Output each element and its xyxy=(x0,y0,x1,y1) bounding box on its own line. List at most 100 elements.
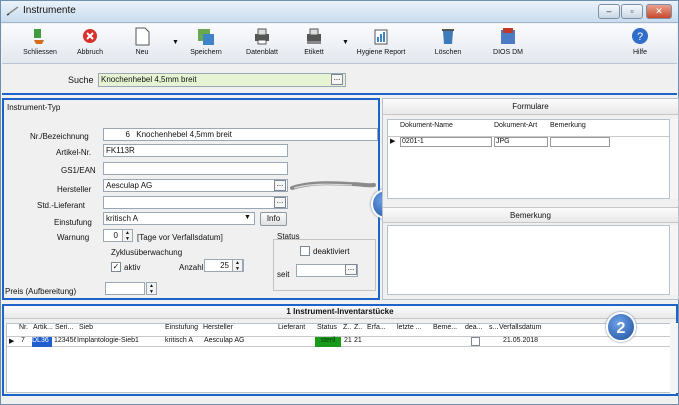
seit-label: seit xyxy=(277,270,290,279)
col-status[interactable]: Status xyxy=(317,324,337,331)
inv-sieb-cell[interactable]: Implantologie-Sieb1 xyxy=(77,337,139,344)
bemerkung-scrollbar[interactable] xyxy=(670,225,678,295)
inv-verfall-cell[interactable]: 21.05.2018 xyxy=(503,337,538,344)
neu-dropdown-icon[interactable]: ▼ xyxy=(172,39,179,46)
warnung-spinner[interactable]: ▲ ▼ xyxy=(122,229,133,242)
anzahl-spinner[interactable]: ▲ ▼ xyxy=(232,259,243,272)
aktiv-checkbox[interactable]: ✓ xyxy=(111,262,121,272)
col-deaktiviert[interactable]: dea... xyxy=(465,324,483,331)
inv-artikel-cell[interactable]: DL36 xyxy=(32,337,52,347)
window-title: Instrumente xyxy=(23,5,76,16)
col-dokument-name[interactable]: Dokument-Name xyxy=(400,122,453,129)
inv-deaktiviert-checkbox[interactable] xyxy=(471,337,480,346)
search-lookup-button[interactable]: ... xyxy=(331,74,343,85)
col-serie[interactable]: Seri... xyxy=(55,324,73,331)
inventory-header: Nr. Artik... Seri... Sieb Einstufung Her… xyxy=(7,324,671,335)
inventory-grid[interactable]: Nr. Artik... Seri... Sieb Einstufung Her… xyxy=(6,323,672,393)
speichern-button[interactable]: Speichern xyxy=(182,26,230,62)
inv-status-cell[interactable]: steril xyxy=(315,337,341,347)
formulare-scrollbar[interactable] xyxy=(670,119,678,199)
neu-button[interactable]: Neu ▼ xyxy=(120,26,179,62)
col-letzte[interactable]: letzte ... xyxy=(397,324,422,331)
search-input[interactable]: Knochenhebel 4,5mm breit xyxy=(98,73,346,87)
formulare-title: Formulare xyxy=(383,99,678,115)
instrumente-window: Instrumente – ▫ ✕ Schliessen Abbruch Neu… xyxy=(0,0,679,405)
formulare-grid[interactable]: Dokument-Name Dokument-Art Bemerkung ▶ 0… xyxy=(387,119,670,199)
col-z1[interactable]: Z.. xyxy=(343,324,351,331)
artikel-field[interactable]: FK113R xyxy=(103,144,288,157)
dios-dm-button[interactable]: DIOS DM xyxy=(484,26,532,62)
search-label: Suche xyxy=(68,75,94,85)
datenblatt-button[interactable]: Datenblatt xyxy=(238,26,286,62)
inv-z2-cell[interactable]: 21 xyxy=(354,337,362,344)
inventory-scrollbar[interactable] xyxy=(670,323,678,393)
bemerkung-title: Bemerkung xyxy=(383,207,678,223)
svg-text:?: ? xyxy=(637,31,643,43)
schliessen-button[interactable]: Schliessen xyxy=(18,26,62,62)
preis-label: Preis (Aufbereitung) xyxy=(5,287,77,296)
maximize-button[interactable]: ▫ xyxy=(621,4,643,19)
bezeichnung-field[interactable]: 6 Knochenhebel 4,5mm breit xyxy=(103,128,378,141)
col-bemerkung[interactable]: Bemerkung xyxy=(550,122,586,129)
hersteller-lookup-button[interactable]: ... xyxy=(274,180,286,191)
col-dokument-art[interactable]: Dokument-Art xyxy=(494,122,537,129)
deaktiviert-checkbox[interactable] xyxy=(300,246,310,256)
einstufung-label: Einstufung xyxy=(54,218,92,227)
col-verfallsdatum[interactable]: Verfallsdatum xyxy=(499,324,541,331)
abbruch-button[interactable]: Abbruch xyxy=(68,26,112,62)
lieferant-lookup-button[interactable]: ... xyxy=(274,197,286,208)
nr-label: Nr./Bezeichnung xyxy=(30,132,89,141)
col-einstufung[interactable]: Einstufung xyxy=(165,324,198,331)
lieferant-field[interactable] xyxy=(103,196,288,209)
col-artikel[interactable]: Artik... xyxy=(33,324,53,331)
col-hersteller[interactable]: Hersteller xyxy=(203,324,233,331)
chevron-down-icon[interactable]: ▼ xyxy=(244,214,251,221)
close-app-icon xyxy=(34,29,44,44)
instrument-panel: Instrument-Typ Nr./Bezeichnung 6 Knochen… xyxy=(2,98,380,300)
col-lieferant[interactable]: Lieferant xyxy=(278,324,305,331)
inv-nr-cell[interactable]: 7 xyxy=(21,337,25,344)
col-bemerkung-inv[interactable]: Beme... xyxy=(433,324,457,331)
hilfe-button[interactable]: ? Hilfe xyxy=(622,26,658,62)
col-nr[interactable]: Nr. xyxy=(19,324,28,331)
hersteller-field[interactable]: Aesculap AG xyxy=(103,179,288,192)
inv-z1-cell[interactable]: 21 xyxy=(344,337,352,344)
gs1-label: GS1/EAN xyxy=(61,166,96,175)
table-row[interactable]: ▶ 0201-1 JPG xyxy=(388,136,669,147)
gs1-field[interactable] xyxy=(103,162,288,175)
col-erfasst[interactable]: Erfa... xyxy=(367,324,386,331)
delete-icon xyxy=(442,29,454,44)
callout-badge-2: 2 xyxy=(606,312,636,342)
anzahl-label: Anzahl xyxy=(179,263,204,272)
toolbar: Schliessen Abbruch Neu ▼ Speichern Daten… xyxy=(2,24,677,64)
preis-field[interactable] xyxy=(105,282,145,295)
artikel-label: Artikel-Nr. xyxy=(56,148,92,157)
preis-spinner[interactable]: ▲ ▼ xyxy=(146,282,157,295)
dokument-art-cell[interactable]: JPG xyxy=(494,137,548,147)
table-row[interactable]: ▶ 7 DL36 123456 Implantologie-Sieb1 krit… xyxy=(7,336,671,347)
bemerkung-textarea[interactable] xyxy=(387,225,670,295)
zyklus-label: Zyklusüberwachung xyxy=(111,248,183,257)
seit-date-button[interactable]: ... xyxy=(345,264,357,275)
col-sieb[interactable]: Sieb xyxy=(79,324,93,331)
info-button[interactable]: Info xyxy=(260,212,287,226)
formulare-panel: Formulare Dokument-Name Dokument-Art Bem… xyxy=(382,98,679,300)
inv-hersteller-cell[interactable]: Aesculap AG xyxy=(204,337,244,344)
close-window-button[interactable]: ✕ xyxy=(646,4,672,19)
inv-einstufung-cell[interactable]: kritisch A xyxy=(165,337,193,344)
einstufung-select[interactable]: kritisch A xyxy=(103,212,255,225)
loeschen-button[interactable]: Löschen xyxy=(426,26,470,62)
lieferant-label: Std.-Lieferant xyxy=(37,201,86,210)
col-s[interactable]: s... xyxy=(489,324,498,331)
minimize-button[interactable]: – xyxy=(598,4,620,19)
print-icon xyxy=(255,28,269,45)
hygiene-report-button[interactable]: Hygiene Report xyxy=(354,26,408,62)
dokument-name-cell[interactable]: 0201-1 xyxy=(400,137,492,147)
bemerkung-cell[interactable] xyxy=(550,137,610,147)
etikett-button[interactable]: Etikett ▼ xyxy=(294,26,349,62)
row-pointer-icon: ▶ xyxy=(390,138,396,145)
col-z2[interactable]: Z.. xyxy=(354,324,362,331)
inv-serie-cell[interactable]: 123456 xyxy=(54,337,76,344)
etikett-dropdown-icon[interactable]: ▼ xyxy=(342,39,349,46)
help-icon: ? xyxy=(632,28,648,44)
